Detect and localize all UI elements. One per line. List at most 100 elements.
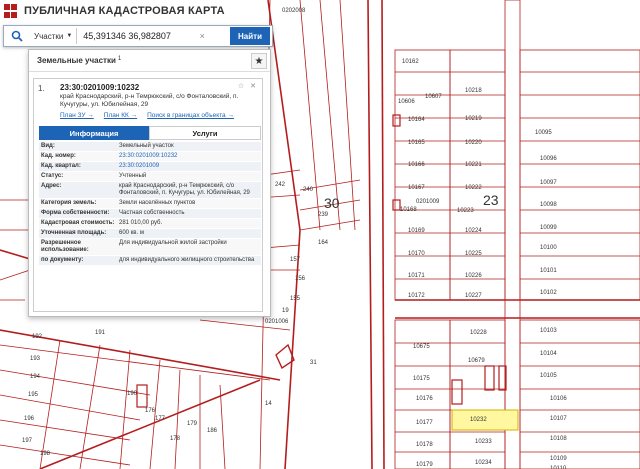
parcel-label: 10170 (408, 251, 425, 257)
property-value: Для индивидуальной жилой застройки (119, 240, 227, 246)
result-tabs: Информация Услуги (39, 126, 261, 140)
parcel-label: 10095 (535, 130, 552, 136)
property-row: Уточненная площадь: 600 кв. м (39, 229, 261, 239)
property-row: Вид: Земельный участок (39, 142, 261, 152)
parcel-label: 10109 (550, 456, 567, 462)
parcel-label: 10098 (540, 202, 557, 208)
parcel-label: 10169 (408, 228, 425, 234)
parcel-label: 10224 (465, 228, 482, 234)
property-row: Разрешенное использование: Для индивидуал… (39, 239, 261, 256)
app-title: ПУБЛИЧНАЯ КАДАСТРОВАЯ КАРТА (24, 5, 225, 17)
parcel-label: 10168 (400, 207, 417, 213)
road-line (381, 0, 385, 469)
parcel-label: 10226 (465, 273, 482, 279)
parcel-label: 10228 (470, 330, 487, 336)
property-value: 281 010,00 руб. (119, 220, 163, 226)
parcel-label: 10165 (408, 140, 425, 146)
tab-info[interactable]: Информация (39, 126, 149, 140)
parcel-label: 156 (295, 276, 306, 282)
parcel-label: 177 (155, 416, 166, 422)
property-value[interactable]: 23:30:0201009 (117, 162, 261, 171)
parcel-label: 239 (318, 212, 329, 218)
parcel-label: 10164 (408, 117, 425, 123)
parcel-label: 10167 (408, 185, 425, 191)
parcel-label: 197 (22, 438, 33, 444)
building (484, 365, 495, 391)
property-key: по документу: (41, 257, 84, 263)
block-label: 0201006 (265, 319, 289, 325)
parcel-label: 10096 (540, 156, 557, 162)
result-links: План ЗУ → План КК → Поиск в границах объ… (60, 112, 234, 119)
property-key: Вид: (41, 143, 55, 149)
parcel-label: 193 (30, 356, 41, 362)
property-key: Кад. квартал: (41, 163, 81, 169)
parcel-label: 31 (310, 360, 317, 366)
parcel-label: 176 (145, 408, 156, 414)
logo-icon (4, 4, 18, 18)
parcel-label: 10103 (540, 328, 557, 334)
parcel-label: 14 (265, 401, 272, 407)
quarter-label: 23 (483, 192, 499, 208)
property-value: Земельный участок (119, 143, 174, 149)
parcel-label: 10223 (457, 208, 474, 214)
parcel-label: 10100 (540, 245, 557, 251)
parcel-label: 10227 (465, 293, 482, 299)
search-input[interactable] (77, 31, 196, 41)
result-index: 1. (38, 84, 45, 93)
parcel-label: 157 (290, 257, 301, 263)
plan-zu-link[interactable]: План ЗУ → (60, 112, 94, 119)
parcel-label: 10097 (540, 180, 557, 186)
parcel-label: 10232 (470, 417, 487, 423)
quarter-label: 30 (324, 195, 340, 211)
app-header: ПУБЛИЧНАЯ КАДАСТРОВАЯ КАРТА (0, 0, 360, 22)
results-panel: Земельные участки 1 ★ 1. 23:30:0201009:1… (28, 49, 271, 317)
favorite-star-icon[interactable]: ★ (251, 53, 267, 69)
result-card[interactable]: 1. 23:30:0201009:10232 ☆ ✕ край Краснода… (33, 78, 263, 312)
parcel-label: 191 (95, 330, 106, 336)
property-key: Категория земель: (41, 200, 97, 206)
search-bar: Участки ▼ × Найти (3, 25, 273, 47)
property-key: Форма собственности: (41, 210, 110, 216)
result-address: край Краснодарский, р-н Темрюкский, с/о … (60, 93, 239, 108)
property-key: Адрес: (41, 183, 62, 189)
road-line (367, 0, 373, 469)
parcel-label: 196 (24, 416, 35, 422)
parcel-label: 164 (318, 240, 329, 246)
property-row: Категория земель: Земли населённых пункто… (39, 199, 261, 209)
search-in-bounds-link[interactable]: Поиск в границах объекта → (147, 112, 234, 119)
search-type-label: Участки (34, 31, 64, 41)
result-actions-icons[interactable]: ☆ ✕ (238, 82, 258, 90)
parcel-label: 195 (28, 392, 39, 398)
results-count: 1 (117, 55, 122, 62)
parcel-label: 10171 (408, 273, 425, 279)
search-type-select[interactable]: Участки ▼ (30, 28, 78, 44)
property-row: Форма собственности: Частная собственност… (39, 209, 261, 219)
parcel-label: 179 (187, 421, 198, 427)
property-value[interactable]: 23:30:0201009:10232 (117, 152, 261, 161)
property-row: Адрес: край Краснодарский, р-н Темрюкский… (39, 182, 261, 199)
parcel-label: 10162 (402, 59, 419, 65)
parcel-label: 10225 (465, 251, 482, 257)
property-row: Кад. номер: 23:30:0201009:10232 (39, 152, 261, 162)
property-key: Уточненная площадь: (41, 230, 107, 236)
parcel-label: 10178 (416, 442, 433, 448)
parcel-label: 242 (275, 182, 286, 188)
property-row: Кад. квартал: 23:30:0201009 (39, 162, 261, 172)
parcel-label: 178 (170, 436, 181, 442)
property-row: Статус: Учтенный (39, 172, 261, 182)
parcel-label: 10220 (465, 140, 482, 146)
parcel-label: 10101 (540, 268, 557, 274)
parcel-label: 10221 (465, 162, 482, 168)
find-button[interactable]: Найти (230, 27, 270, 45)
property-value: край Краснодарский, р-н Темрюкский, с/о … (119, 183, 250, 196)
property-key: Кад. номер: (41, 153, 76, 159)
panel-title: Земельные участки (37, 56, 116, 65)
property-row: по документу: для индивидуального жилищно… (39, 256, 261, 266)
plan-kk-link[interactable]: План КК → (104, 112, 137, 119)
tab-services[interactable]: Услуги (149, 126, 261, 140)
search-icon[interactable] (4, 26, 30, 46)
parcel-label: 10104 (540, 351, 557, 357)
building (136, 384, 148, 408)
parcel-label: 10675 (413, 344, 430, 350)
clear-icon[interactable]: × (195, 31, 209, 41)
